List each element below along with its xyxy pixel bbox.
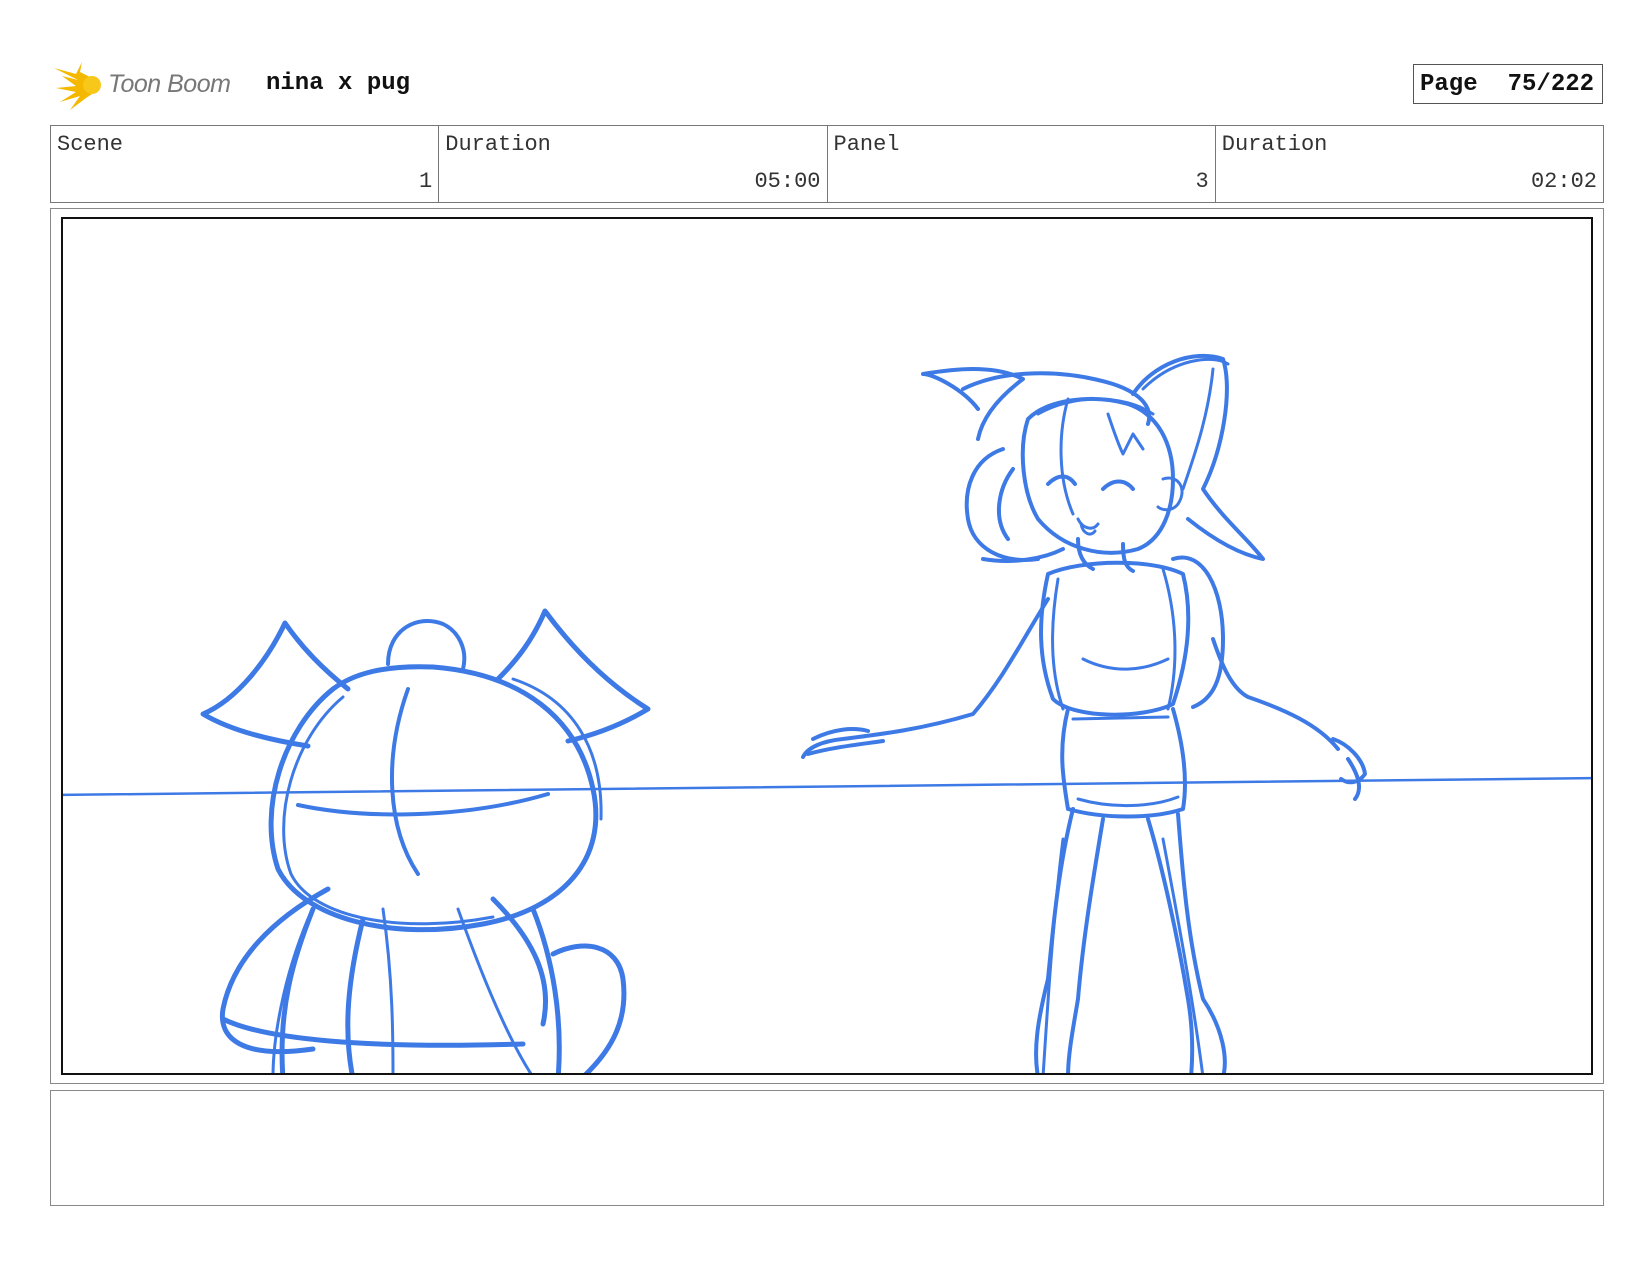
girl-ponytail (1131, 353, 1265, 561)
girl-bangs (1106, 412, 1145, 456)
girl-hair-top (961, 371, 1152, 426)
scene-duration-value: 05:00 (754, 169, 821, 194)
pug-left-ear (200, 620, 351, 749)
toon-boom-logo: Toon Boom (52, 58, 252, 114)
panel-info-table: Scene 1 Duration 05:00 Panel 3 Duration … (50, 125, 1604, 203)
girl-right-eye (1101, 479, 1135, 491)
pug-head (268, 664, 599, 933)
panel-cell: Panel 3 (828, 126, 1216, 202)
pug-tail (550, 943, 627, 1073)
starburst-icon (54, 62, 101, 110)
girl-left-arm (801, 597, 1050, 759)
page-indicator: Page 75/222 (1413, 64, 1603, 104)
girl-right-leg (1146, 812, 1227, 1073)
girl-side-hair (964, 447, 1065, 563)
scene-value: 1 (419, 169, 433, 194)
girl-mouth (1076, 517, 1100, 536)
storyboard-panel-image (61, 217, 1593, 1075)
page-number: 75/222 (1507, 70, 1595, 98)
girl-hair-left-tuft (921, 367, 1025, 441)
panel-duration-value: 02:02 (1530, 169, 1597, 194)
project-title: nina x pug (266, 70, 411, 97)
brand-name: Toon Boom (108, 70, 231, 98)
scene-cell: Scene 1 (51, 126, 440, 202)
panel-label: Panel (833, 132, 900, 157)
panel-value: 3 (1195, 169, 1209, 194)
pug-face-horizontal-line (296, 792, 550, 817)
panel-duration-label: Duration (1221, 132, 1328, 157)
scene-duration-label: Duration (445, 132, 551, 157)
girl-left-eye (1046, 474, 1077, 486)
girl-left-hand (806, 727, 885, 756)
girl-torso-retrace (1051, 567, 1177, 711)
panel-duration-cell: Duration 02:02 (1216, 126, 1603, 202)
page-label: Page (1420, 70, 1478, 98)
pug-face-center-line (390, 687, 420, 876)
girl-shorts-retrace (1071, 715, 1180, 808)
horizon-line (63, 776, 1591, 797)
scene-duration-cell: Duration 05:00 (439, 126, 828, 202)
scene-label: Scene (57, 132, 124, 157)
girl-right-arm (1211, 637, 1340, 751)
panel-notes-box (50, 1090, 1604, 1206)
rough-sketch-drawing (63, 353, 1591, 1073)
pug-top-tuft (386, 618, 467, 671)
girl-head-retrace (1036, 397, 1155, 516)
